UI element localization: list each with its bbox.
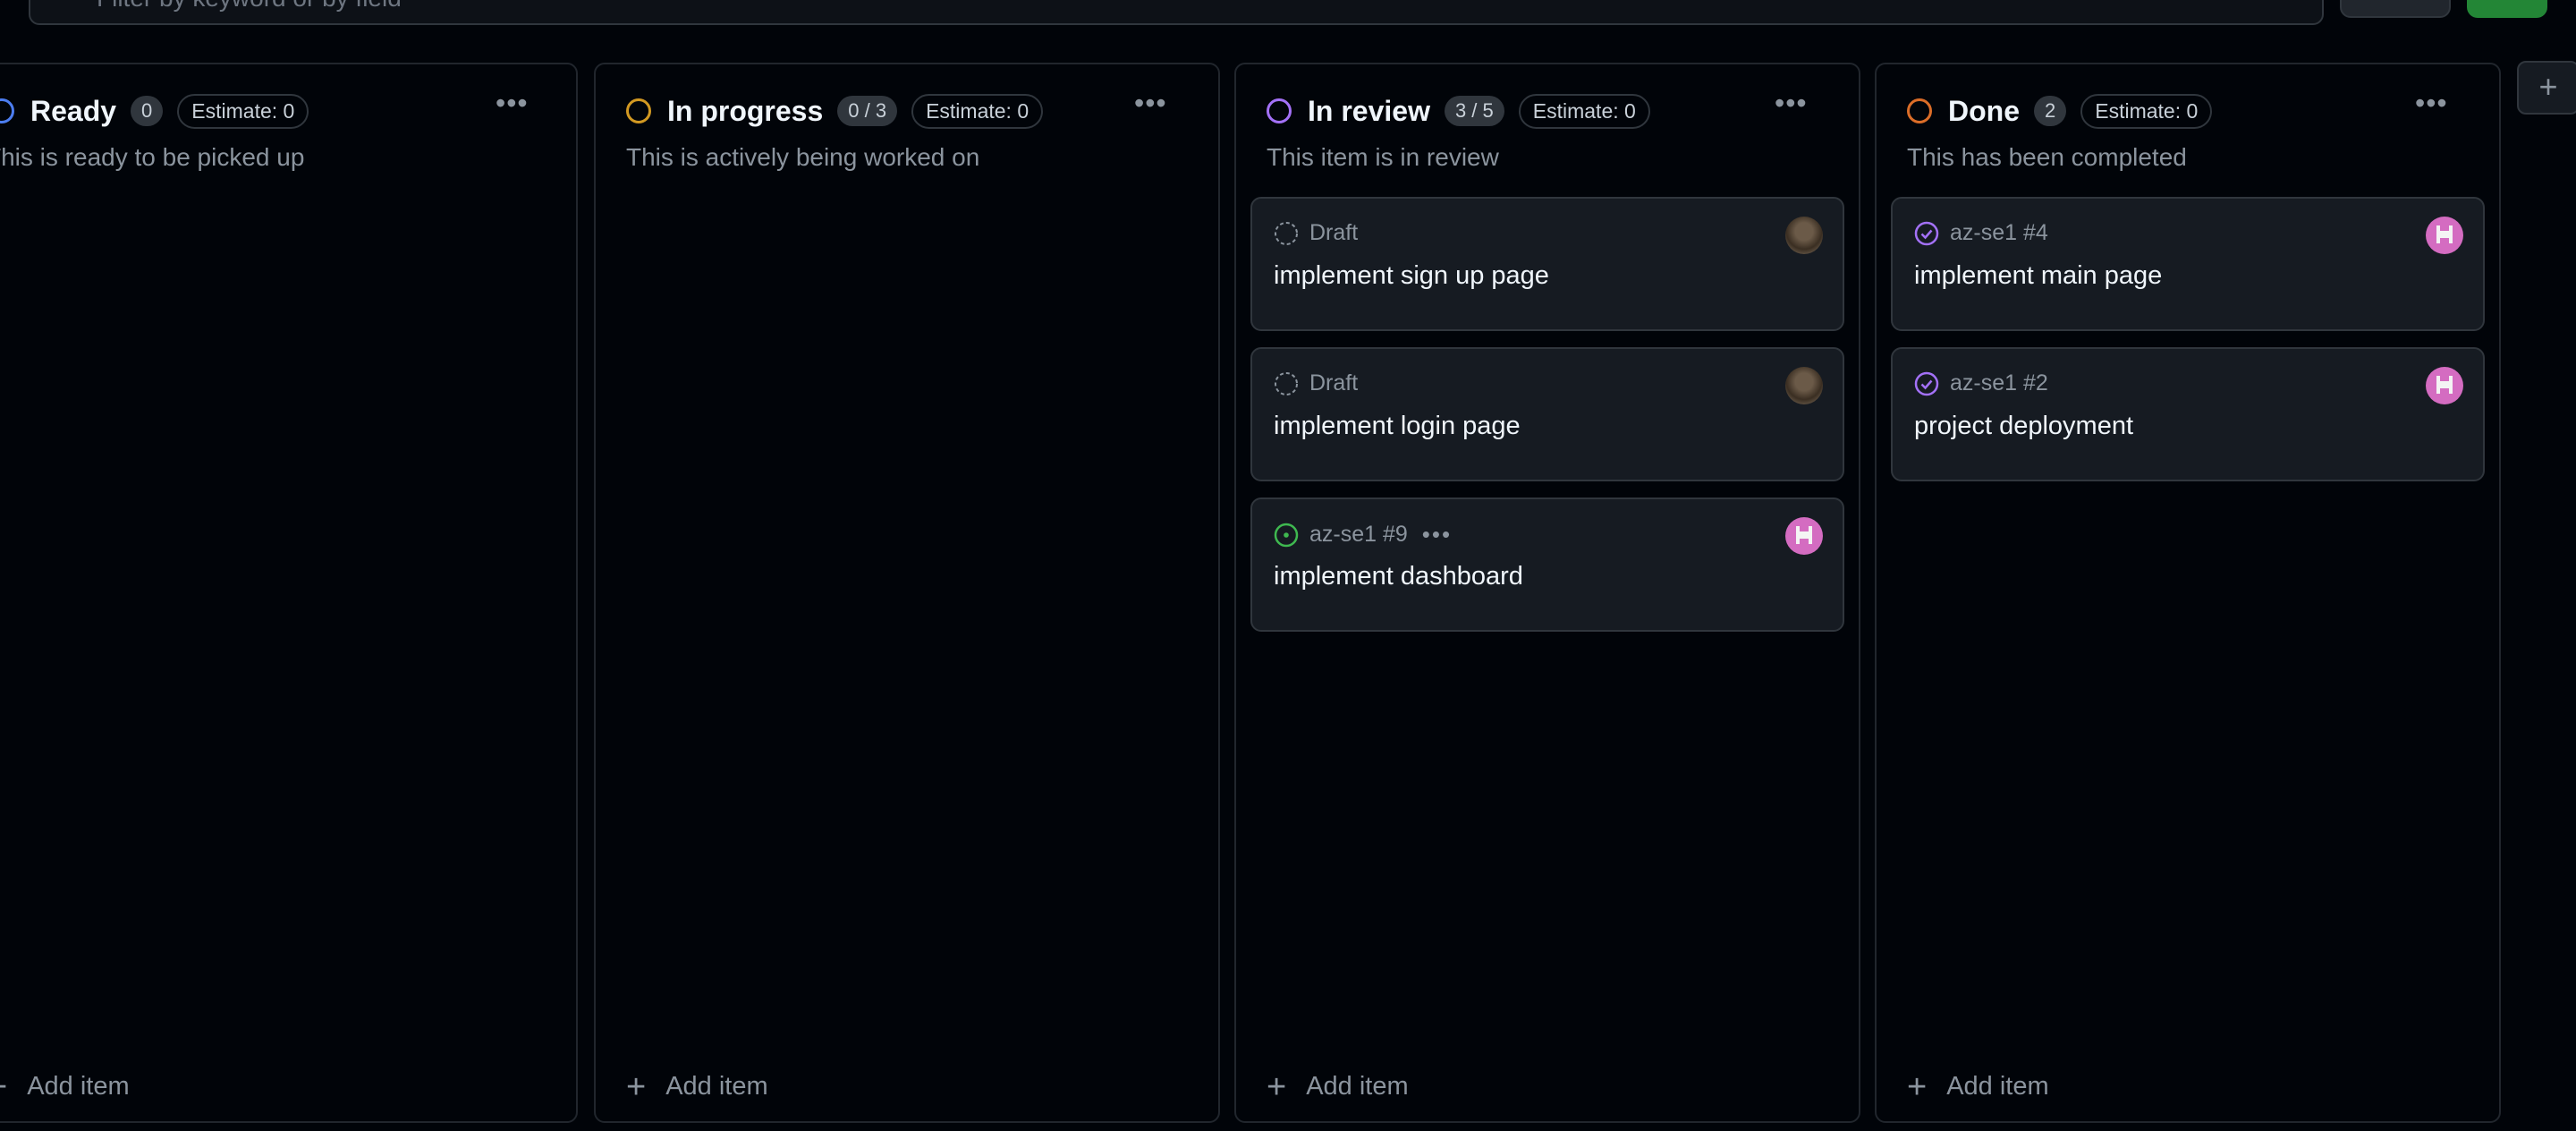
avatar[interactable] [2426, 217, 2463, 254]
card-meta: az-se1 #4 [1914, 220, 2048, 246]
card-item[interactable]: az-se1 #4 implement main page [1891, 197, 2485, 331]
filter-bar[interactable]: Filter by keyword or by field [29, 0, 2324, 25]
plus-icon: + [626, 1067, 647, 1106]
column-header: Done 2 Estimate: 0 [1907, 91, 2213, 131]
column-title: Done [1948, 94, 2020, 127]
column-header: In progress 0 / 3 Estimate: 0 [626, 91, 1044, 131]
add-item-button[interactable]: + Add item [0, 1070, 130, 1104]
card-meta-text[interactable]: az-se1 #2 [1950, 370, 2048, 396]
add-column-button[interactable]: + [2517, 61, 2576, 115]
column-title: In review [1308, 94, 1430, 127]
avatar[interactable] [1785, 517, 1823, 555]
add-item-label: Add item [1306, 1072, 1409, 1101]
status-circle-icon [1907, 98, 1932, 123]
column-ready: Ready 0 Estimate: 0 ••• This is ready to… [0, 63, 578, 1123]
add-item-button[interactable]: + Add item [1267, 1067, 1409, 1106]
card-meta: Draft [1274, 370, 1358, 396]
column-menu-icon[interactable]: ••• [1134, 89, 1167, 117]
card-meta: Draft [1274, 220, 1358, 246]
card-item[interactable]: Draft implement login page [1250, 347, 1844, 481]
status-circle-icon [1267, 98, 1292, 123]
card-item[interactable]: Draft implement sign up page [1250, 197, 1844, 331]
avatar[interactable] [1785, 367, 1823, 404]
status-circle-icon [0, 98, 14, 123]
estimate-badge: Estimate: 0 [2080, 93, 2213, 129]
more-icon[interactable]: ••• [1422, 521, 1452, 548]
status-circle-icon [626, 98, 651, 123]
closed-issue-icon [1914, 371, 1939, 396]
card-meta-text: Draft [1309, 220, 1359, 245]
column-in-progress: In progress 0 / 3 Estimate: 0 ••• This i… [594, 63, 1220, 1123]
card-meta-text[interactable]: az-se1 #4 [1950, 220, 2048, 246]
column-title: In progress [667, 94, 824, 127]
card-title[interactable]: implement dashboard [1274, 562, 1523, 591]
add-item-label: Add item [1946, 1072, 2049, 1101]
plus-icon: + [1907, 1067, 1928, 1106]
item-count-badge: 0 [131, 96, 164, 126]
estimate-badge: Estimate: 0 [177, 93, 309, 129]
plus-icon: + [1267, 1067, 1287, 1106]
column-description: This is actively being worked on [626, 143, 980, 171]
column-description: This is ready to be picked up [0, 143, 305, 171]
card-item[interactable]: az-se1 #9 ••• implement dashboard [1250, 497, 1844, 632]
filter-placeholder: Filter by keyword or by field [97, 0, 402, 13]
column-header: In review 3 / 5 Estimate: 0 [1267, 91, 1650, 131]
column-title: Ready [30, 94, 117, 127]
add-item-label: Add item [665, 1072, 768, 1101]
card-title[interactable]: implement login page [1274, 412, 1521, 441]
item-count-badge: 2 [2034, 96, 2067, 126]
column-menu-icon[interactable]: ••• [2415, 89, 2448, 117]
primary-button[interactable] [2467, 0, 2547, 18]
plus-icon: + [0, 1070, 7, 1104]
column-description: This has been completed [1907, 143, 2187, 171]
card-meta-text: Draft [1309, 370, 1359, 395]
column-description: This item is in review [1267, 143, 1499, 171]
column-done: Done 2 Estimate: 0 ••• This has been com… [1875, 63, 2501, 1123]
card-title[interactable]: project deployment [1914, 412, 2133, 441]
avatar[interactable] [1785, 217, 1823, 254]
card-meta: az-se1 #2 [1914, 370, 2048, 396]
card-item[interactable]: az-se1 #2 project deployment [1891, 347, 2485, 481]
item-count-badge: 0 / 3 [837, 96, 898, 126]
draft-icon [1274, 371, 1299, 396]
card-title[interactable]: implement main page [1914, 261, 2162, 291]
card-title[interactable]: implement sign up page [1274, 261, 1549, 291]
avatar[interactable] [2426, 367, 2463, 404]
add-item-button[interactable]: + Add item [1907, 1067, 2049, 1106]
closed-issue-icon [1914, 221, 1939, 246]
open-issue-icon [1274, 523, 1299, 548]
estimate-badge: Estimate: 0 [911, 93, 1044, 129]
card-meta-text[interactable]: az-se1 #9 [1309, 522, 1408, 548]
estimate-badge: Estimate: 0 [1518, 93, 1650, 129]
card-meta: az-se1 #9 ••• [1274, 521, 1452, 548]
column-header: Ready 0 Estimate: 0 [0, 91, 309, 131]
toolbar-button[interactable] [2340, 0, 2451, 18]
column-menu-icon[interactable]: ••• [1775, 89, 1808, 117]
item-count-badge: 3 / 5 [1444, 96, 1504, 126]
draft-icon [1274, 221, 1299, 246]
add-item-button[interactable]: + Add item [626, 1067, 768, 1106]
column-menu-icon[interactable]: ••• [496, 89, 529, 117]
column-in-review: In review 3 / 5 Estimate: 0 ••• This ite… [1234, 63, 1860, 1123]
add-item-label: Add item [27, 1072, 130, 1101]
